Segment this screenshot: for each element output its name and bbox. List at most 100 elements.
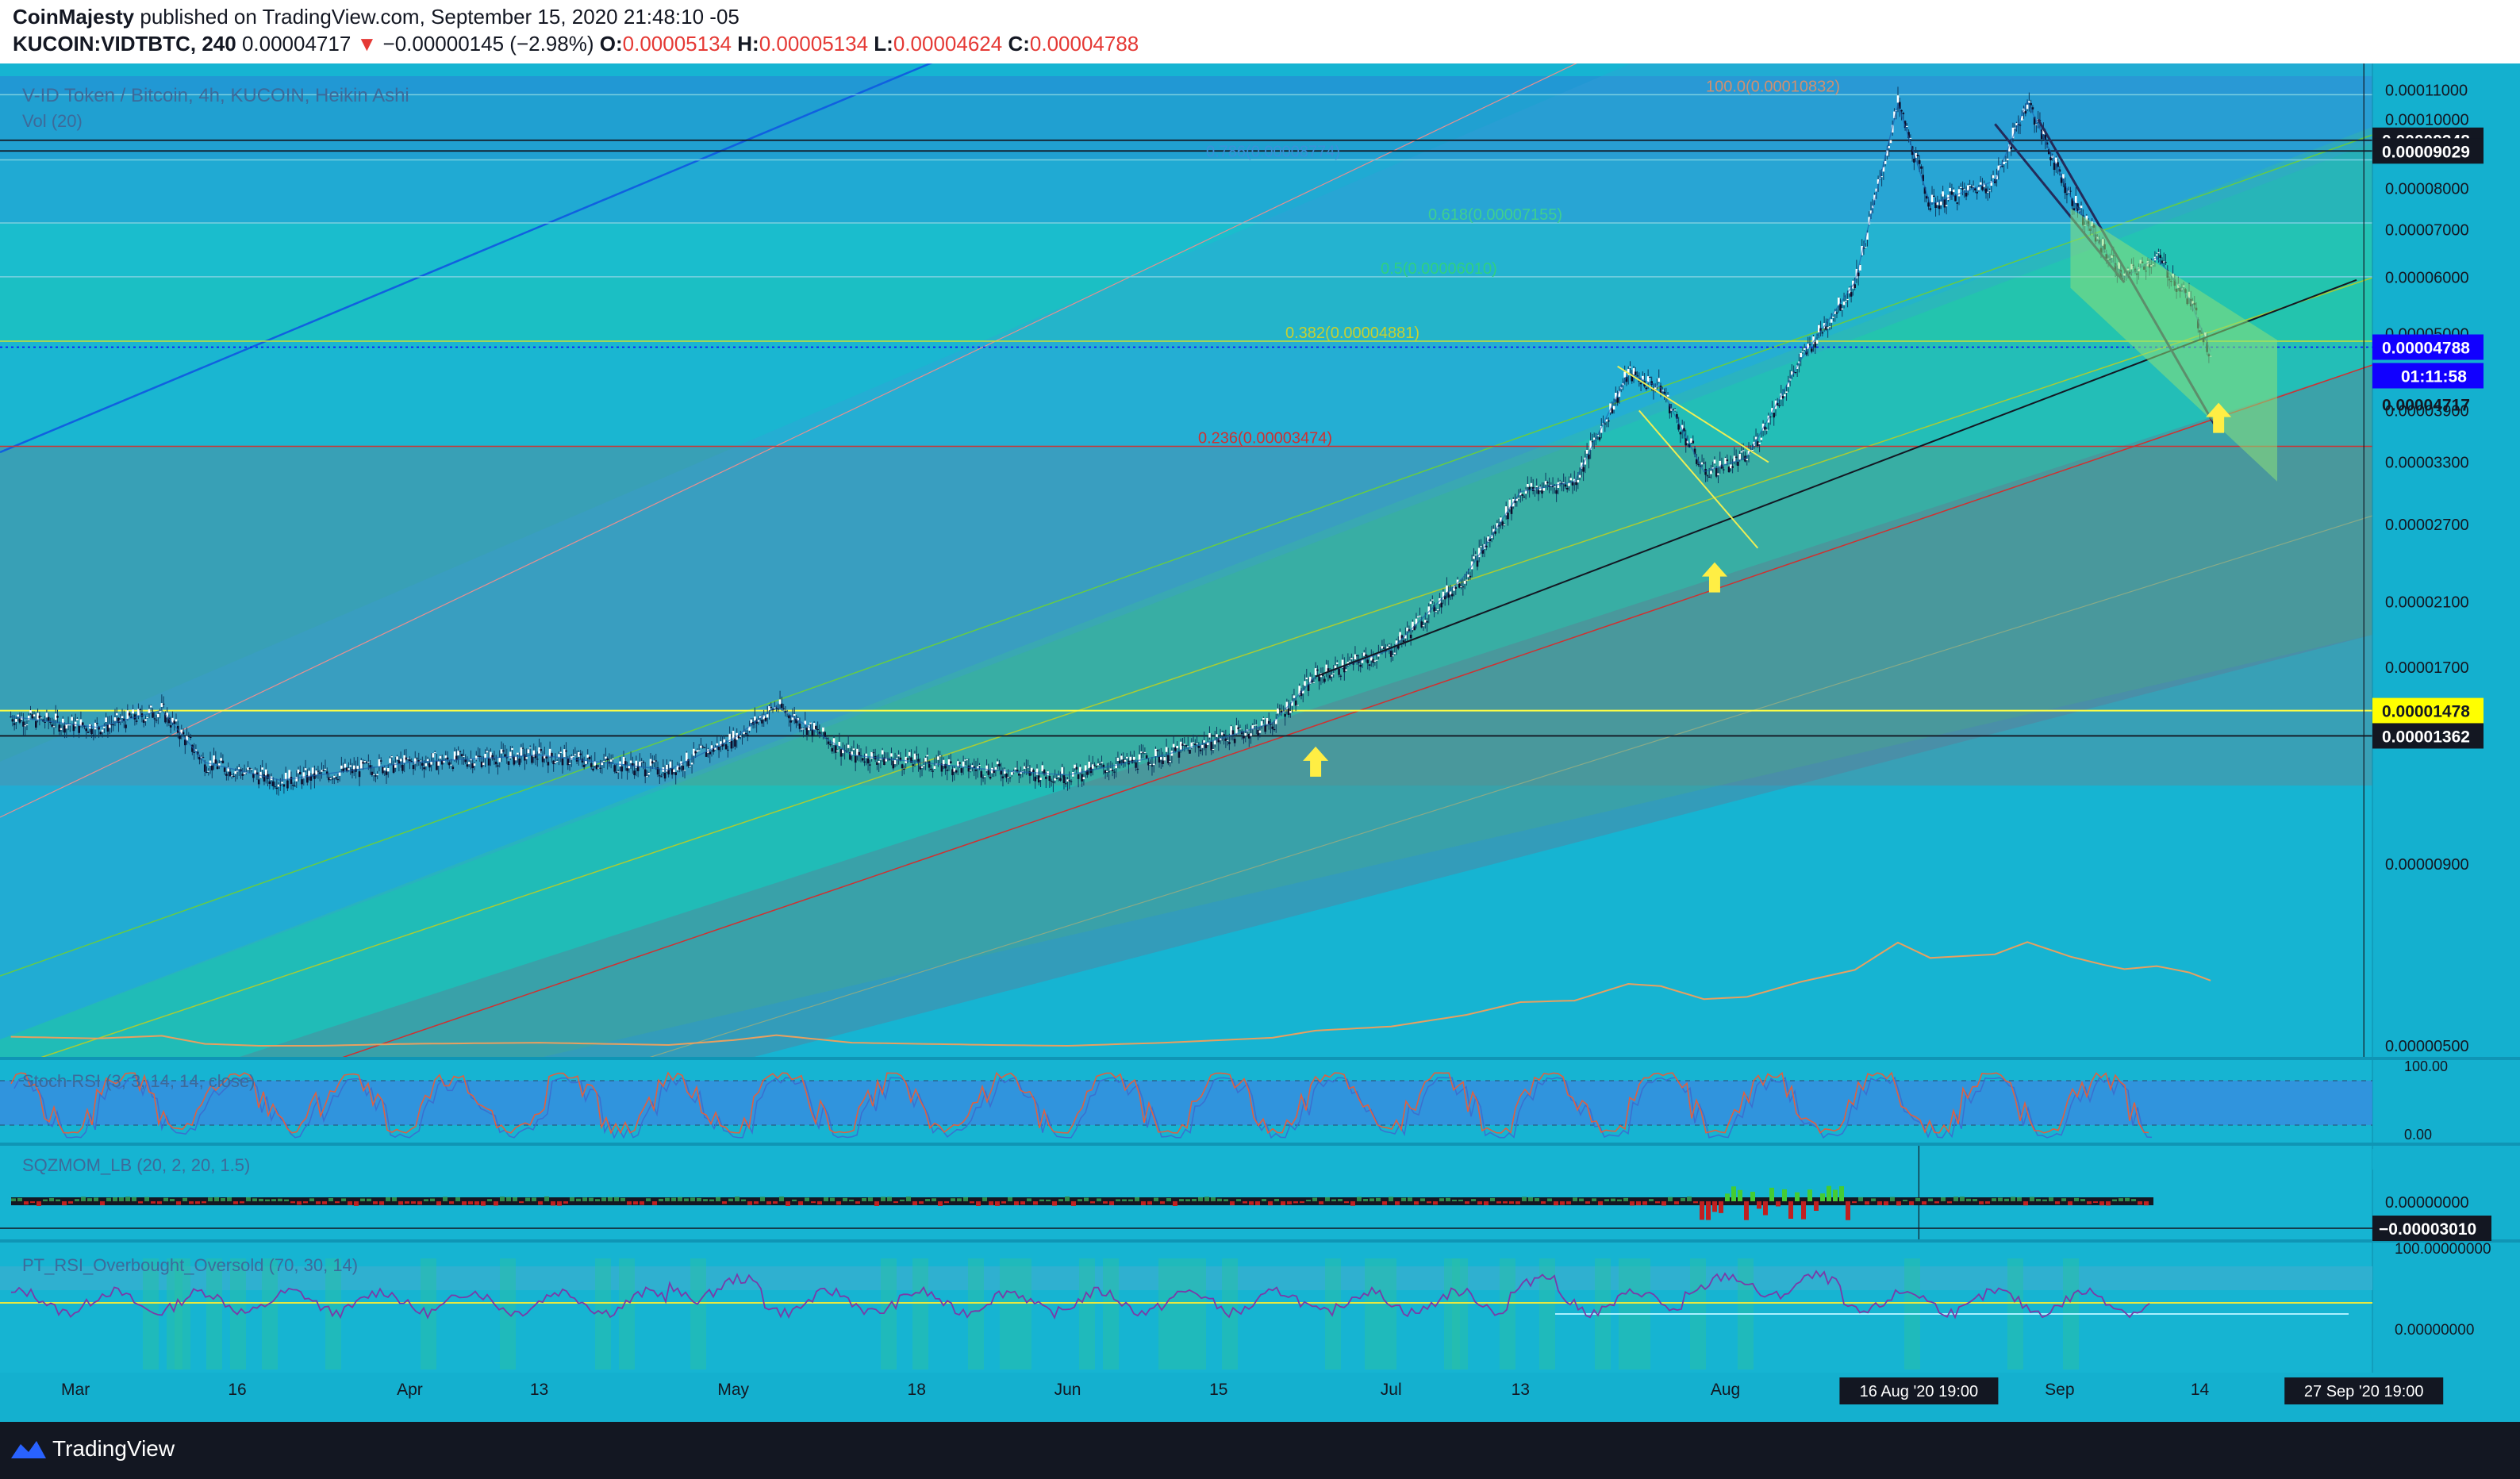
candle-body (937, 756, 939, 760)
candle-body (1585, 449, 1588, 454)
candle-body (1979, 182, 1982, 185)
candle-body (1318, 675, 1320, 682)
sqz-bar (1376, 1197, 1381, 1201)
symbol-name[interactable]: KUCOIN:VIDTBTC, 240 (13, 32, 236, 56)
sqz-bar (690, 1197, 695, 1201)
candle-body (1957, 189, 1961, 197)
candle-body (15, 718, 17, 722)
tradingview-brand[interactable]: TradingView (52, 1436, 175, 1462)
sqz-bar (449, 1201, 454, 1204)
sqz-bar (735, 1197, 739, 1201)
sqz-bar (2119, 1198, 2123, 1201)
sqz-bar (1827, 1185, 1831, 1201)
candle-body (1106, 770, 1108, 773)
candle-body (1393, 652, 1396, 655)
candle-body (139, 709, 141, 711)
sqz-bar (1192, 1198, 1197, 1201)
candle-body (1827, 327, 1829, 329)
sqz-bar (424, 1199, 428, 1201)
candle-body (18, 718, 21, 723)
sqz-bar (81, 1197, 86, 1201)
candle-body (1906, 125, 1908, 127)
sqz-bar (1915, 1197, 1920, 1201)
candle-body (1778, 405, 1781, 406)
candle-body (272, 781, 275, 786)
candle-body (352, 765, 355, 770)
sqz-bar (1401, 1197, 1406, 1201)
candle-body (1135, 762, 1137, 768)
candle-body (1503, 524, 1506, 525)
sqz-bar (1560, 1201, 1565, 1205)
candle-body (362, 762, 364, 764)
candle-body (626, 768, 628, 771)
sqz-bar (335, 1201, 340, 1204)
candle-body (44, 721, 46, 723)
publisher-name[interactable]: CoinMajesty (13, 5, 134, 29)
candle-body (1010, 772, 1013, 775)
candle-body (1237, 727, 1239, 730)
tradingview-chart[interactable]: 100.0(0.00010832) 0.786(0.00008774) 0.618(… (0, 63, 2520, 1422)
sqz-bar (75, 1199, 79, 1201)
candle-body (1061, 766, 1064, 774)
candle-body (1554, 486, 1556, 488)
sqz-bar (2138, 1201, 2142, 1205)
candle-body (1163, 757, 1166, 761)
cursor-time-label: 16 Aug '20 19:00 (1860, 1383, 1979, 1400)
sqz-bar (1681, 1197, 1685, 1201)
candle-body (926, 755, 929, 757)
time-tick-label: 14 (2191, 1381, 2210, 1399)
sqz-bar (1528, 1197, 1533, 1201)
candle-body (54, 713, 57, 720)
candle-body (1473, 556, 1475, 559)
candle-body (413, 758, 417, 764)
candle-body (649, 759, 652, 766)
candle-body (730, 740, 733, 749)
candle-body (582, 764, 586, 767)
candle-body (994, 766, 997, 770)
candle-body (1420, 621, 1423, 628)
candle-body (460, 754, 463, 757)
candle-body (432, 753, 435, 758)
candle-body (1623, 371, 1626, 378)
price-tick-label: 0.00011000 (2385, 82, 2468, 99)
sqz-bar (411, 1201, 416, 1204)
candle-body (597, 767, 600, 769)
sqz-bar (151, 1201, 156, 1204)
candle-body (1942, 191, 1944, 197)
sqz-bar (1998, 1197, 2003, 1201)
candle-body (428, 763, 431, 768)
candle-body (989, 776, 992, 779)
time-tick-label: Apr (397, 1381, 423, 1399)
sqz-bar (417, 1201, 422, 1205)
sqz-bar (557, 1201, 562, 1206)
candle-body (822, 727, 824, 732)
sqz-bar (1623, 1197, 1628, 1201)
sqz-bar (1858, 1197, 1863, 1201)
sqz-bar (938, 1201, 943, 1206)
sqz-bar (1350, 1201, 1355, 1206)
time-axis-background (0, 1373, 2520, 1422)
sqz-bar (278, 1198, 282, 1201)
candle-body (800, 728, 803, 730)
sqz-bar (843, 1197, 847, 1201)
candle-body (1366, 659, 1369, 663)
sqz-bar (665, 1197, 670, 1201)
candle-body (1181, 743, 1184, 746)
candle-body (1142, 752, 1144, 754)
candle-body (1469, 575, 1472, 578)
candle-body (1918, 159, 1921, 164)
candle-body (1027, 766, 1029, 768)
sqz-bar (2004, 1198, 2009, 1201)
sqz-bar (1515, 1201, 1520, 1204)
candle-body (824, 732, 827, 737)
candle-body (1365, 654, 1367, 657)
sqz-bar (398, 1201, 403, 1205)
candle-body (1231, 730, 1235, 735)
candle-body (527, 749, 530, 754)
candle-body (1339, 675, 1343, 677)
sqz-bar (1719, 1201, 1723, 1213)
sqz-bar (500, 1197, 505, 1201)
sqz-bar (779, 1197, 784, 1201)
candle-body (1938, 205, 1941, 209)
candle-body (1253, 724, 1256, 726)
